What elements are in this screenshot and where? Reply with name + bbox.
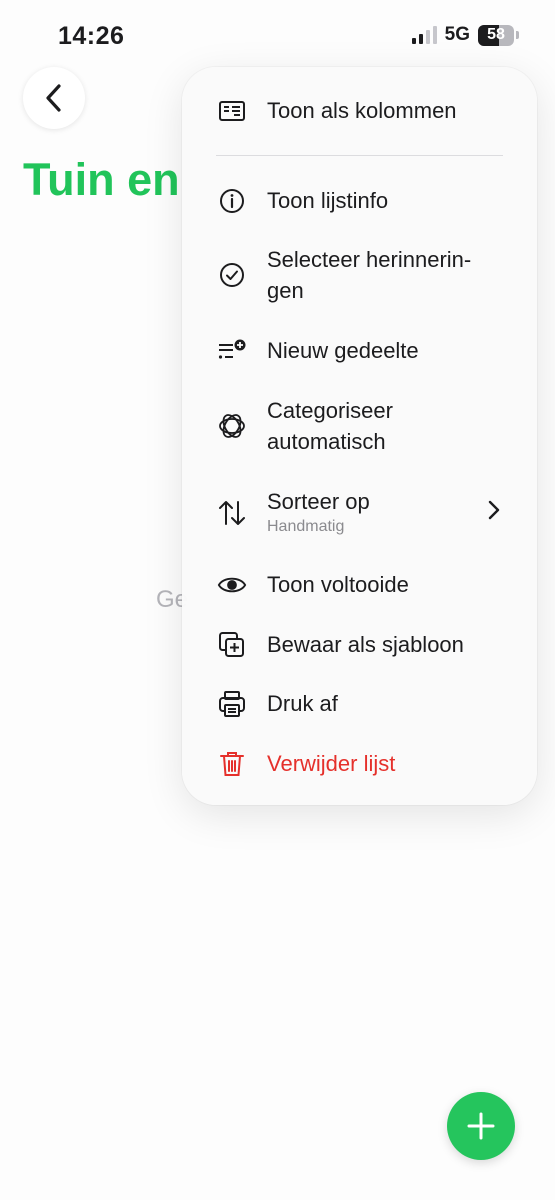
battery-icon: 58: [478, 24, 514, 46]
info-icon: [217, 186, 247, 216]
chevron-left-icon: [46, 84, 61, 112]
sort-icon: [217, 498, 247, 528]
menu-item-label: Druk af: [267, 691, 338, 716]
menu-item-label: Categoriseer automatisch: [267, 398, 393, 454]
battery-tip: [516, 31, 519, 39]
menu-item-show-as-columns[interactable]: Toon als kolommen: [182, 95, 537, 126]
menu-item-show-completed[interactable]: Toon voltooide: [182, 569, 537, 600]
menu-item-sort-by[interactable]: Sorteer op Handmatig: [182, 486, 537, 538]
back-button[interactable]: [23, 67, 85, 129]
sort-current-value: Handmatig: [267, 518, 345, 535]
new-section-icon: [217, 336, 247, 366]
options-menu: Toon als kolommen Toon lijstinfo Selecte…: [182, 67, 537, 805]
columns-icon: [217, 96, 247, 126]
menu-item-label: Verwijder lijst: [267, 751, 396, 776]
battery-percentage: 58: [487, 26, 505, 43]
menu-item-label: Toon als kolommen: [267, 98, 457, 123]
network-type: 5G: [444, 24, 470, 45]
menu-item-label: Toon voltooide: [267, 572, 409, 597]
menu-item-delete-list[interactable]: Verwijder lijst: [182, 748, 537, 779]
menu-item-select-reminders[interactable]: Selecteer herinnerin- gen: [182, 244, 537, 306]
checkmark-circle-icon: [217, 260, 247, 290]
chevron-right-icon: [487, 499, 501, 526]
plus-icon: [467, 1112, 495, 1140]
print-icon: [217, 689, 247, 719]
menu-item-new-section[interactable]: Nieuw gedeelte: [182, 335, 537, 366]
trash-icon: [217, 749, 247, 779]
cellular-signal-icon: [411, 26, 437, 44]
status-time: 14:26: [58, 22, 125, 50]
menu-item-show-list-info[interactable]: Toon lijstinfo: [182, 185, 537, 216]
menu-item-print[interactable]: Druk af: [182, 688, 537, 719]
auto-categorize-icon: [217, 411, 247, 441]
add-reminder-button[interactable]: [447, 1092, 515, 1160]
status-indicators: 5G 58: [411, 24, 519, 46]
eye-icon: [217, 570, 247, 600]
menu-item-label: Nieuw gedeelte: [267, 338, 419, 363]
menu-item-label: Sorteer op: [267, 489, 370, 514]
menu-divider: [216, 155, 503, 156]
menu-item-save-as-template[interactable]: Bewaar als sjabloon: [182, 629, 537, 660]
screen: 14:26 5G 58 Tuin en Ge Toon als kolommen…: [0, 0, 555, 1200]
page-title: Tuin en: [23, 154, 180, 205]
menu-item-label: Toon lijstinfo: [267, 188, 389, 213]
template-icon: [217, 630, 247, 660]
menu-item-label: Selecteer herinnerin- gen: [267, 247, 472, 303]
menu-item-label-group: Sorteer op Handmatig: [267, 486, 370, 537]
menu-item-label: Bewaar als sjabloon: [267, 632, 464, 657]
menu-item-categorize-automatically[interactable]: Categoriseer automatisch: [182, 395, 537, 457]
